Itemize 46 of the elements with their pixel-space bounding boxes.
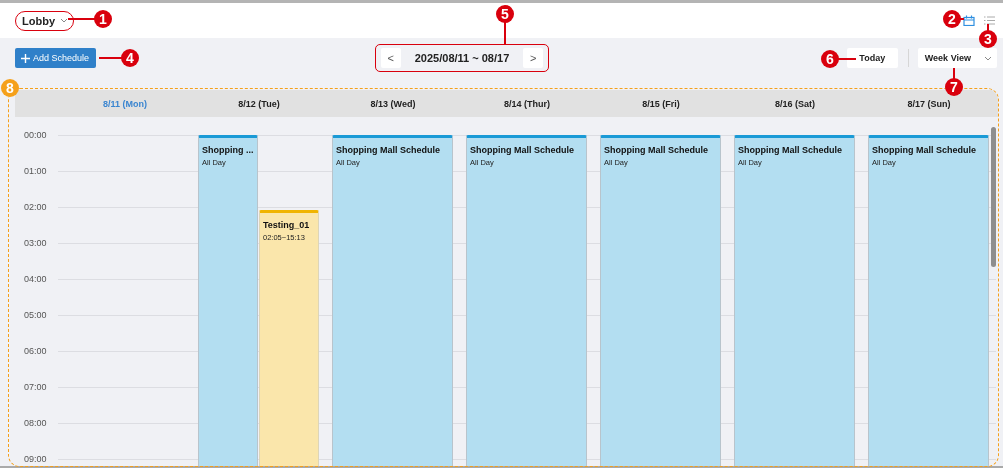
leader-line (68, 18, 95, 20)
time-label: 09:00 (23, 453, 48, 466)
day-header: 8/16 (Sat) (774, 98, 816, 109)
callout-badge: 8 (1, 79, 19, 97)
day-header: 8/13 (Wed) (369, 98, 417, 109)
event-title: Testing_01 (263, 220, 311, 230)
time-label: 06:00 (23, 345, 48, 358)
caret-icon (60, 18, 68, 23)
location-dropdown[interactable]: Lobby (15, 10, 74, 31)
add-schedule-button[interactable]: Add Schedule (15, 48, 97, 68)
callout-badge: 3 (979, 30, 997, 48)
leader-line (953, 68, 955, 79)
day-header: 8/12 (Tue) (237, 98, 281, 109)
time-label: 00:00 (23, 129, 48, 142)
next-week-button[interactable]: > (523, 48, 544, 68)
list-icon[interactable] (984, 16, 995, 25)
leader-line (99, 57, 122, 59)
day-header: 8/11 (Mon) (102, 98, 148, 109)
time-label: 05:00 (23, 309, 48, 322)
leader-line (838, 58, 856, 60)
event-title: Shopping Mall Schedule (336, 145, 441, 155)
callout-badge: 6 (821, 50, 839, 68)
time-label: 03:00 (23, 237, 48, 250)
event-title: Shopping ... (202, 145, 254, 155)
today-button[interactable]: Today (846, 48, 898, 68)
plus-icon (21, 53, 30, 63)
day-header: 8/15 (Fri) (641, 98, 681, 109)
event-title: Shopping Mall Schedule (738, 145, 843, 155)
time-label: 02:00 (23, 201, 48, 214)
time-label: 04:00 (23, 273, 48, 286)
time-label: 08:00 (23, 417, 48, 430)
day-header: 8/17 (Sun) (906, 98, 952, 109)
event-title: Shopping Mall Schedule (470, 145, 575, 155)
calendar-icon[interactable] (963, 15, 975, 26)
scrollbar[interactable] (991, 127, 996, 267)
callout-badge: 7 (945, 78, 963, 96)
callout-badge: 4 (121, 49, 139, 67)
event-title: Shopping Mall Schedule (604, 145, 709, 155)
caret-icon (984, 55, 992, 61)
view-dropdown[interactable]: Week View (917, 48, 997, 68)
day-header: 8/14 (Thur) (503, 98, 551, 109)
time-label: 01:00 (23, 165, 48, 178)
previous-week-button[interactable]: < (380, 48, 401, 68)
event-title: Shopping Mall Schedule (872, 145, 977, 155)
date-range: 2025/08/11 ~ 08/17 (414, 52, 510, 64)
time-label: 07:00 (23, 381, 48, 394)
